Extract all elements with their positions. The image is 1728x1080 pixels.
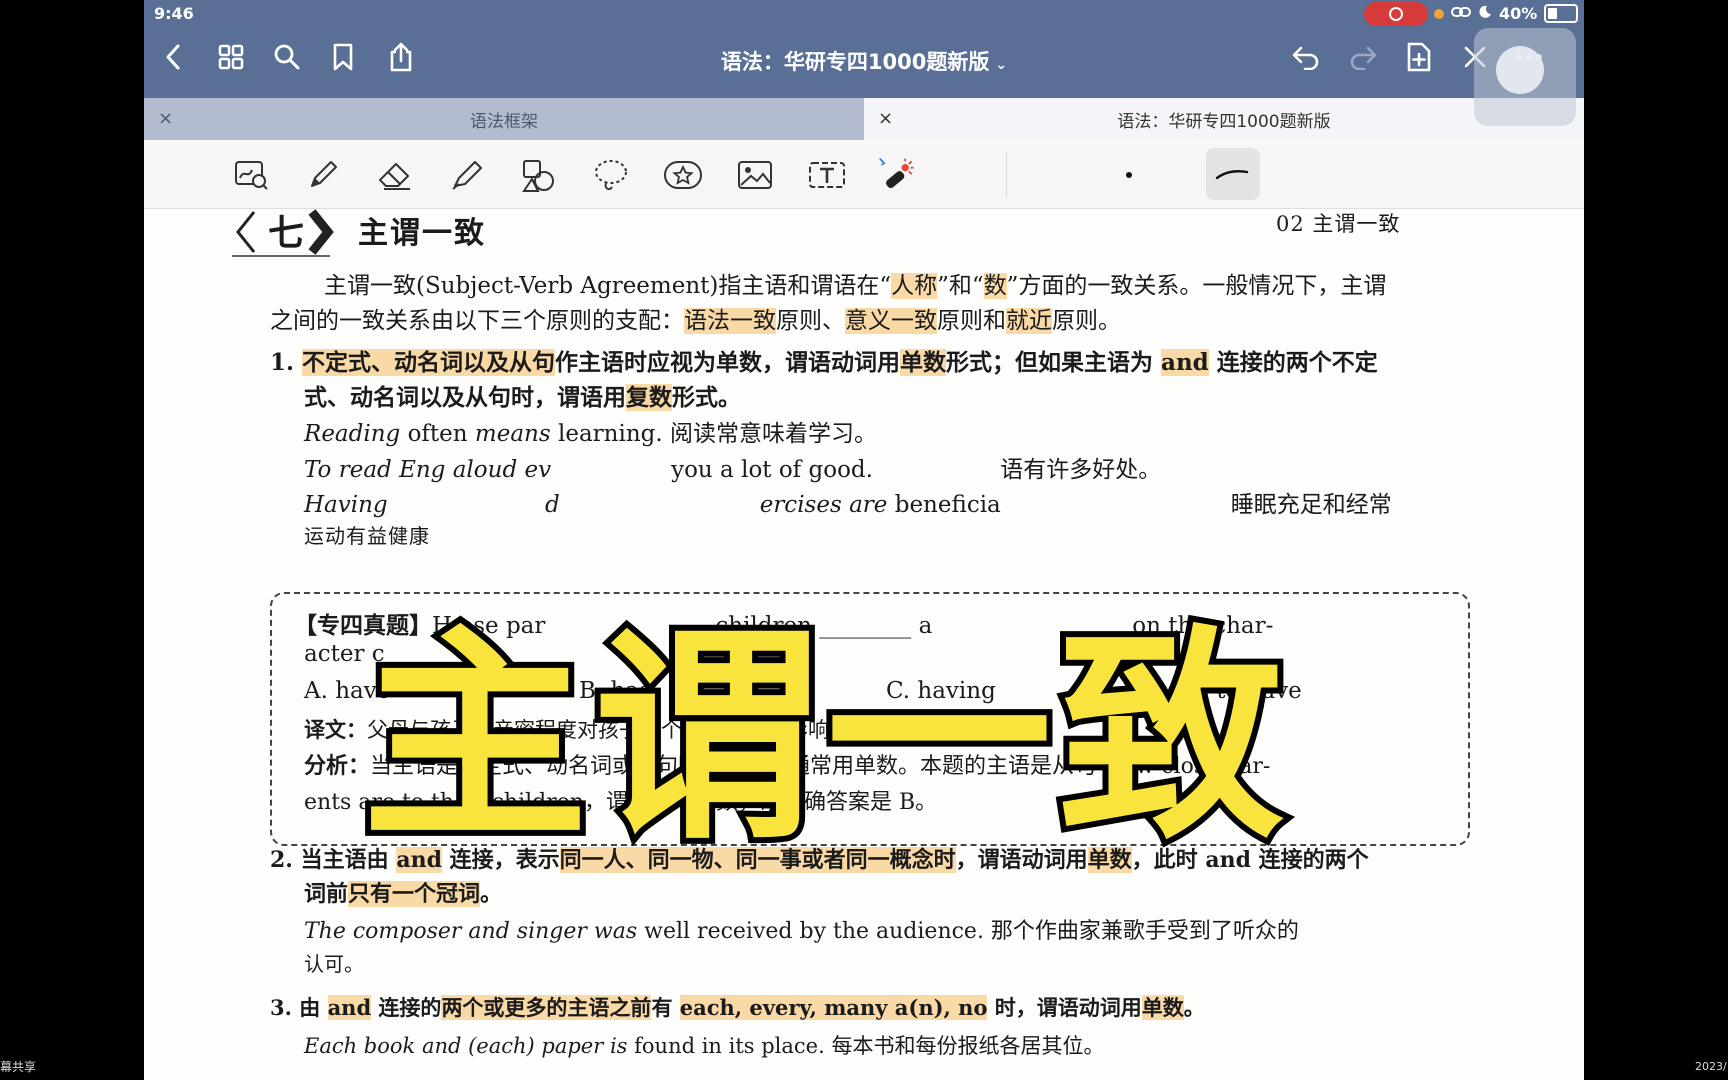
date-label: 2023/ — [1695, 1060, 1727, 1073]
shapes-icon[interactable] — [518, 154, 560, 196]
rule-1-line-1: 1. 不定式、动名词以及从句作主语时应视为单数，谓语动词用单数形式；但如果主语为… — [270, 349, 1378, 376]
mic-in-use-icon — [1434, 8, 1444, 19]
section-title: 主谓一致 — [358, 216, 486, 251]
sticker-icon[interactable] — [662, 154, 704, 196]
highlighter-icon[interactable] — [446, 154, 488, 196]
status-time: 9:46 — [154, 4, 194, 23]
rule-2-example: The composer and singer was well receive… — [304, 919, 1299, 944]
pen-icon[interactable] — [302, 154, 344, 196]
stroke-size-dot-icon[interactable] — [1108, 154, 1150, 196]
status-right-group: 40% — [1434, 4, 1579, 23]
rule-1-example-3-cont: 运动有益健康 — [304, 524, 430, 548]
link-icon — [1451, 4, 1471, 23]
image-icon[interactable] — [734, 154, 776, 196]
ipad-screen: 9:46 40% 语法：华研专四1000题新版 ⌄ × 语法框架 × 语法：华研… — [144, 0, 1584, 1080]
multitasking-handle[interactable] — [1474, 28, 1576, 126]
tab-label: 语法：华研专四1000题新版 — [1117, 111, 1331, 132]
moon-icon — [1478, 4, 1492, 23]
annotation-toolbar — [144, 140, 1584, 209]
screen-recording-indicator[interactable] — [1364, 2, 1428, 26]
video-overlay-title: 主谓一致 — [356, 607, 1291, 870]
tab-grammar-framework[interactable]: × 语法框架 — [144, 98, 864, 140]
rule-3-line-1: 3. 由 and 连接的两个或更多的主语之前有 each, every, man… — [270, 995, 1205, 1020]
rule-1-example-2: To read Eng aloud ev you a lot of good. 语… — [304, 457, 1162, 483]
add-page-icon[interactable] — [1402, 40, 1436, 74]
document-page[interactable]: 七 主谓一致 02 主谓一致 主谓一致(Subject-Verb Agreeme… — [144, 208, 1584, 1080]
redo-icon[interactable] — [1346, 40, 1380, 74]
toolbar-divider — [1006, 152, 1007, 198]
text-box-icon[interactable] — [806, 154, 848, 196]
screen-share-label: 幕共享 — [0, 1060, 37, 1074]
running-header: 02 主谓一致 — [1276, 212, 1401, 236]
tab-label: 语法框架 — [470, 111, 538, 132]
undo-icon[interactable] — [1289, 40, 1323, 74]
eraser-icon[interactable] — [374, 154, 416, 196]
rule-2-example-cont: 认可。 — [304, 952, 364, 976]
battery-icon — [1544, 4, 1579, 23]
laser-pointer-icon[interactable] — [876, 154, 918, 196]
close-tab-icon[interactable]: × — [158, 108, 173, 129]
section-number: 七 — [268, 212, 305, 254]
rule-1-example-1: Reading often means learning. 阅读常意味着学习。 — [304, 421, 877, 447]
intro-line-1: 主谓一致(Subject-Verb Agreement)指主语和谓语在“人称”和… — [324, 273, 1387, 299]
rule-3-example: Each book and (each) paper is found in i… — [304, 1034, 1105, 1058]
document-title: 语法：华研专四1000题新版 — [720, 50, 990, 74]
rule-2-line-2: 词前只有一个冠词。 — [304, 881, 503, 907]
battery-percent: 40% — [1499, 4, 1538, 23]
rule-1-example-3: Having d ercises are beneficia 睡眠充足和经常 — [304, 492, 1392, 518]
lasso-icon[interactable] — [590, 154, 632, 196]
chevron-down-icon: ⌄ — [995, 57, 1008, 73]
stroke-style-icon[interactable] — [1206, 148, 1260, 200]
close-tab-icon[interactable]: × — [878, 108, 893, 129]
top-navigation-bar: 9:46 40% 语法：华研专四1000题新版 ⌄ — [144, 0, 1584, 98]
rule-1-line-2: 式、动名词以及从句时，谓语用复数形式。 — [304, 384, 741, 411]
document-tabs: × 语法框架 × 语法：华研专四1000题新版 — [144, 98, 1584, 140]
zoom-window-icon[interactable] — [230, 154, 272, 196]
intro-line-2: 之间的一致关系由以下三个原则的支配：语法一致原则、意义一致原则和就近原则。 — [270, 308, 1121, 334]
